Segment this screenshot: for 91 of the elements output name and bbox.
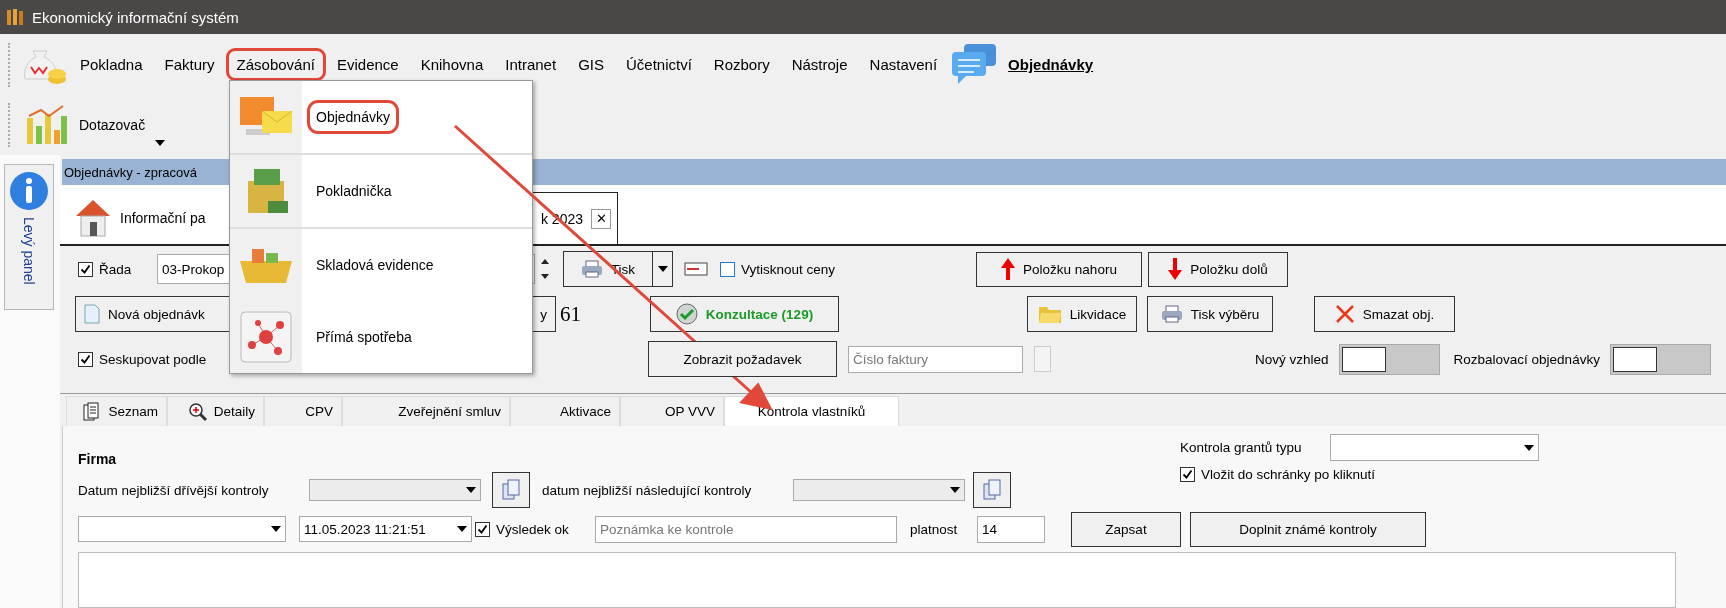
caret-icon bbox=[155, 140, 166, 146]
zoom-icon bbox=[187, 401, 208, 422]
side-panel-tab[interactable]: Levý panel bbox=[4, 164, 54, 310]
fill-checks-button[interactable]: Doplnit známé kontroly bbox=[1190, 511, 1426, 547]
copy-button[interactable] bbox=[973, 472, 1011, 508]
checkbox[interactable]: Výsledek ok bbox=[475, 521, 587, 537]
books-icon bbox=[6, 8, 24, 26]
printer-icon bbox=[580, 260, 603, 278]
delete-order-button[interactable]: Smazat obj. bbox=[1314, 296, 1455, 332]
caret-icon bbox=[466, 487, 476, 493]
tab[interactable]: Aktivace bbox=[510, 396, 620, 426]
copy-icon bbox=[502, 479, 520, 501]
menu-item[interactable]: Faktury bbox=[155, 50, 224, 79]
menu-item[interactable]: Účetnictví bbox=[616, 50, 701, 79]
network-icon bbox=[240, 311, 292, 363]
order-count: 61 bbox=[560, 301, 582, 327]
text-area[interactable] bbox=[78, 552, 1676, 608]
menu-item[interactable]: Nastavení bbox=[860, 50, 947, 79]
menu-item[interactable]: Nástroje bbox=[782, 50, 857, 79]
folder-icon bbox=[1037, 304, 1062, 324]
print-menu-button[interactable] bbox=[653, 251, 673, 287]
document-tab[interactable]: Informační pa bbox=[68, 192, 308, 244]
check-icon bbox=[477, 523, 488, 535]
copy-icon bbox=[983, 479, 1001, 501]
expand-orders-label: Rozbalovací objednávky bbox=[1453, 351, 1600, 367]
menu-item[interactable]: Intranet bbox=[496, 50, 566, 79]
next-check-label: datum nejbližší následující kontroly bbox=[542, 482, 753, 498]
small-field[interactable] bbox=[1034, 346, 1051, 372]
caret-icon bbox=[950, 487, 960, 493]
caret-icon bbox=[457, 526, 467, 532]
check-icon bbox=[1182, 469, 1193, 480]
document-icon bbox=[84, 304, 100, 324]
validity-label: platnost bbox=[910, 521, 959, 537]
bar-chart-icon bbox=[25, 104, 69, 146]
tab[interactable]: Detaily bbox=[167, 396, 264, 426]
move-up-button[interactable]: Položku nahoru bbox=[976, 251, 1142, 287]
tab[interactable]: CPV bbox=[264, 396, 342, 426]
save-button[interactable]: Zapsat bbox=[1071, 511, 1181, 547]
tab[interactable]: Seznam bbox=[66, 396, 167, 426]
caret-icon bbox=[271, 526, 281, 532]
caret-icon bbox=[657, 266, 668, 272]
invoice-number-field[interactable]: Číslo faktury bbox=[848, 345, 1023, 373]
new-look-label: Nový vzhled bbox=[1255, 351, 1329, 367]
check-circle-icon bbox=[675, 303, 698, 325]
menu-item[interactable]: Rozbory bbox=[704, 50, 779, 79]
check-icon bbox=[80, 263, 91, 275]
toggle-switch[interactable] bbox=[1338, 343, 1440, 375]
tab[interactable]: OP VVV bbox=[620, 396, 724, 426]
copy-button[interactable] bbox=[492, 472, 530, 508]
note-field[interactable]: Poznámka ke kontrole bbox=[595, 515, 897, 543]
down-arrow-icon bbox=[1168, 258, 1183, 280]
move-down-button[interactable]: Položku dolů bbox=[1148, 251, 1288, 287]
menu-item[interactable]: Skladová evidence bbox=[310, 251, 440, 279]
cross-icon bbox=[1334, 304, 1355, 324]
close-button[interactable]: ✕ bbox=[591, 208, 611, 229]
checkbox[interactable]: Vytisknout ceny bbox=[720, 261, 860, 277]
menu-item[interactable]: Pokladna bbox=[71, 50, 152, 79]
menu-item[interactable]: Objednávky bbox=[310, 103, 396, 131]
print-selection-button[interactable]: Tisk výběru bbox=[1147, 296, 1273, 332]
menu-item[interactable]: Pokladnička bbox=[310, 177, 398, 205]
liquidation-button[interactable]: Likvidace bbox=[1027, 296, 1137, 332]
show-request-button[interactable]: Zobrazit požadavek bbox=[648, 341, 837, 377]
section-title: Firma bbox=[78, 451, 118, 467]
checkbox[interactable]: Seskupovat podle bbox=[78, 351, 300, 367]
info-icon bbox=[9, 171, 49, 211]
toggle-switch[interactable] bbox=[1609, 343, 1711, 375]
check-icon bbox=[80, 353, 91, 365]
grant-type-dropdown[interactable] bbox=[1330, 434, 1539, 461]
up-arrow-icon bbox=[1001, 258, 1016, 280]
previous-check-label: Datum nejbližší dřívější kontroly bbox=[78, 482, 270, 498]
window-title: Ekonomický informační systém bbox=[32, 8, 239, 26]
section-header: Objednávky - zpracová bbox=[64, 164, 197, 180]
menu-item[interactable]: Přímá spotřeba bbox=[310, 323, 418, 351]
menu-item[interactable]: Knihovna bbox=[411, 50, 493, 79]
date-time-field[interactable]: 11.05.2023 11:21:51 bbox=[299, 516, 472, 542]
menu-item[interactable]: Evidence bbox=[327, 50, 408, 79]
query-button[interactable]: Dotazovač bbox=[19, 100, 152, 150]
checkbox[interactable]: Vložit do schránky po kliknutí bbox=[1180, 467, 1539, 482]
validity-field[interactable]: 14 bbox=[977, 515, 1045, 543]
caret-icon bbox=[1524, 444, 1534, 451]
checkbox[interactable]: Řada bbox=[78, 261, 138, 277]
grant-type-label: Kontrola grantů typu bbox=[1180, 440, 1303, 455]
dropdown-field[interactable] bbox=[78, 516, 286, 542]
tab[interactable]: Kontrola vlastníků bbox=[724, 396, 899, 426]
menu-item[interactable]: GIS bbox=[569, 50, 613, 79]
menu-item[interactable]: Zásobování bbox=[227, 50, 324, 79]
printer-icon bbox=[1160, 305, 1183, 323]
home-icon bbox=[74, 198, 112, 238]
tab[interactable]: Zveřejnění smluv bbox=[342, 396, 510, 426]
shortcut-link[interactable]: Objednávky bbox=[1008, 56, 1094, 73]
envelope-icon bbox=[684, 262, 708, 276]
